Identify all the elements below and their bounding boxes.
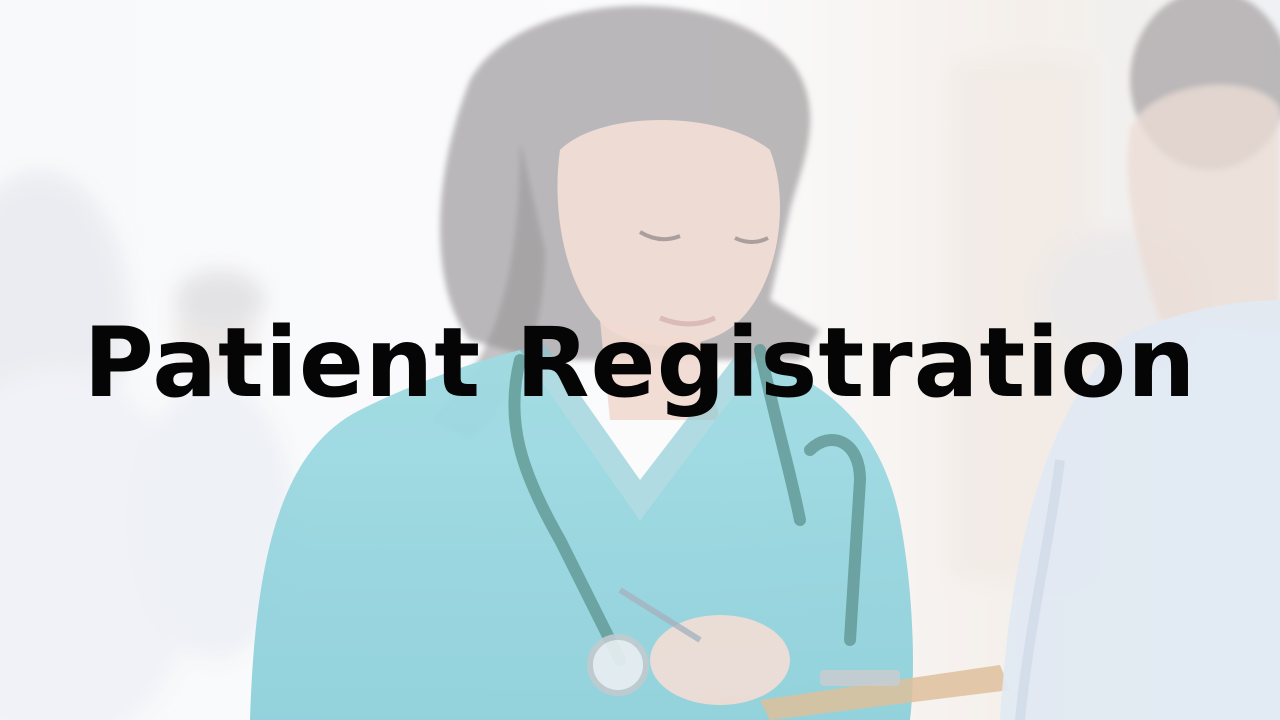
slide: Patient Registration <box>0 0 1280 720</box>
slide-title: Patient Registration <box>83 307 1197 419</box>
